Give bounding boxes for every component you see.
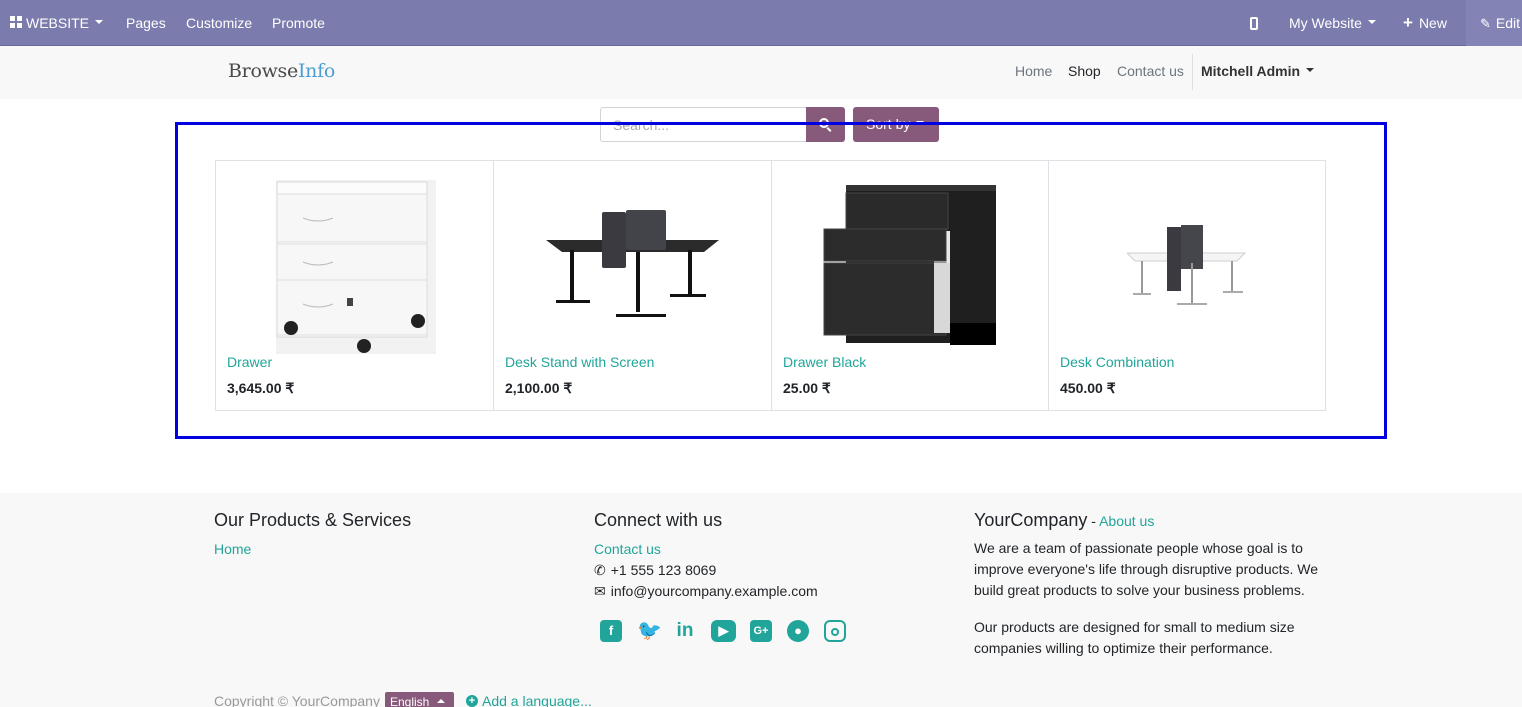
- search-button[interactable]: [806, 107, 845, 142]
- product-name[interactable]: Drawer Black: [783, 354, 866, 370]
- my-website-menu[interactable]: My Website: [1289, 0, 1376, 46]
- search-icon-handle: [826, 127, 832, 132]
- nav-divider: [1192, 54, 1193, 90]
- caret-down-icon: [916, 121, 925, 126]
- product-grid: Drawer 3,645.00 ₹ Desk Stand with Screen…: [215, 160, 1326, 411]
- github-icon[interactable]: ●: [787, 620, 809, 642]
- product-card[interactable]: Drawer Black 25.00 ₹: [772, 161, 1049, 410]
- product-image-drawer-black[interactable]: [822, 183, 1000, 348]
- edit-label: Edit: [1495, 15, 1521, 31]
- nav-home[interactable]: Home: [1015, 63, 1052, 79]
- new-label: New: [1418, 15, 1447, 31]
- product-card[interactable]: Desk Combination 450.00 ₹: [1049, 161, 1325, 410]
- phone-number: +1 555 123 8069: [610, 562, 717, 578]
- twitter-icon[interactable]: 🐦: [637, 620, 662, 642]
- linkedin-icon[interactable]: in: [674, 620, 696, 642]
- googleplus-icon[interactable]: G+: [750, 620, 772, 642]
- pencil-icon: ✎: [1480, 16, 1491, 31]
- caret-down-icon: [1306, 68, 1315, 73]
- footer-col2-title: Connect with us: [594, 510, 723, 530]
- sort-by-button[interactable]: Sort by: [853, 107, 939, 142]
- phone-icon: ✆: [594, 562, 606, 578]
- add-language-label: Add a language...: [482, 693, 592, 707]
- footer-email: ✉ info@yourcompany.example.com: [594, 583, 818, 600]
- envelope-icon: ✉: [594, 583, 606, 599]
- product-name[interactable]: Desk Stand with Screen: [505, 354, 654, 370]
- caret-down-icon: [1367, 20, 1376, 25]
- company-name: YourCompany: [974, 510, 1088, 530]
- website-menu[interactable]: WEBSITE: [10, 0, 104, 46]
- user-name: Mitchell Admin: [1201, 63, 1301, 79]
- site-logo[interactable]: BrowseInfo: [228, 60, 335, 82]
- email-address: info@yourcompany.example.com: [610, 583, 818, 599]
- footer-col1-title: Our Products & Services: [214, 510, 412, 530]
- product-card[interactable]: Drawer 3,645.00 ₹: [216, 161, 494, 410]
- product-name[interactable]: Drawer: [227, 354, 272, 370]
- copyright-text: Copyright © YourCompany: [214, 693, 380, 707]
- footer-about-paragraph-1: We are a team of passionate people whose…: [974, 540, 1319, 598]
- language-label: English: [390, 695, 430, 707]
- mobile-preview-button[interactable]: [1250, 0, 1258, 46]
- sort-by-label: Sort by: [866, 116, 911, 132]
- my-website-label: My Website: [1289, 15, 1362, 31]
- product-image-drawer[interactable]: [273, 178, 438, 355]
- product-price: 25.00 ₹: [783, 380, 831, 396]
- edit-button[interactable]: ✎ Edit: [1480, 0, 1520, 46]
- footer-about-paragraph-2: Our products are designed for small to m…: [974, 619, 1295, 656]
- footer-home-link[interactable]: Home: [214, 541, 251, 557]
- product-name[interactable]: Desk Combination: [1060, 354, 1174, 370]
- website-menu-label: WEBSITE: [26, 15, 90, 31]
- product-image-desk-combination[interactable]: [1127, 223, 1247, 307]
- nav-shop[interactable]: Shop: [1068, 63, 1101, 79]
- logo-text: Browse: [228, 60, 298, 82]
- about-us-link[interactable]: About us: [1099, 513, 1154, 529]
- facebook-icon[interactable]: f: [600, 620, 622, 642]
- footer-contact-link[interactable]: Contact us: [594, 541, 661, 557]
- apps-icon: [10, 16, 22, 29]
- footer-phone: ✆ +1 555 123 8069: [594, 562, 716, 579]
- admin-bar: WEBSITE Pages Customize Promote My Websi…: [0, 0, 1522, 46]
- user-menu[interactable]: Mitchell Admin: [1201, 63, 1315, 79]
- logo-text-accent: Info: [297, 60, 335, 82]
- youtube-icon[interactable]: ▶: [711, 620, 736, 642]
- plus-circle-icon: +: [466, 695, 478, 707]
- product-price: 3,645.00 ₹: [227, 380, 295, 396]
- caret-up-icon: [437, 698, 446, 703]
- add-language-link[interactable]: + Add a language...: [466, 693, 592, 707]
- phone-icon: [1250, 16, 1258, 30]
- instagram-icon[interactable]: [824, 620, 846, 642]
- promote-menu[interactable]: Promote: [272, 0, 325, 46]
- nav-contact-us[interactable]: Contact us: [1117, 63, 1184, 79]
- pages-menu[interactable]: Pages: [126, 0, 166, 46]
- language-selector[interactable]: English: [385, 692, 454, 707]
- product-image-desk-stand[interactable]: [544, 206, 720, 324]
- search-input[interactable]: [600, 107, 807, 142]
- customize-menu[interactable]: Customize: [186, 0, 252, 46]
- new-button[interactable]: + New: [1403, 0, 1447, 46]
- product-price: 2,100.00 ₹: [505, 380, 573, 396]
- product-card[interactable]: Desk Stand with Screen 2,100.00 ₹: [494, 161, 772, 410]
- plus-icon: +: [1403, 13, 1413, 33]
- product-price: 450.00 ₹: [1060, 380, 1116, 396]
- title-separator: -: [1087, 513, 1100, 529]
- footer-col3-title: YourCompany - About us: [974, 510, 1154, 531]
- caret-down-icon: [95, 20, 104, 25]
